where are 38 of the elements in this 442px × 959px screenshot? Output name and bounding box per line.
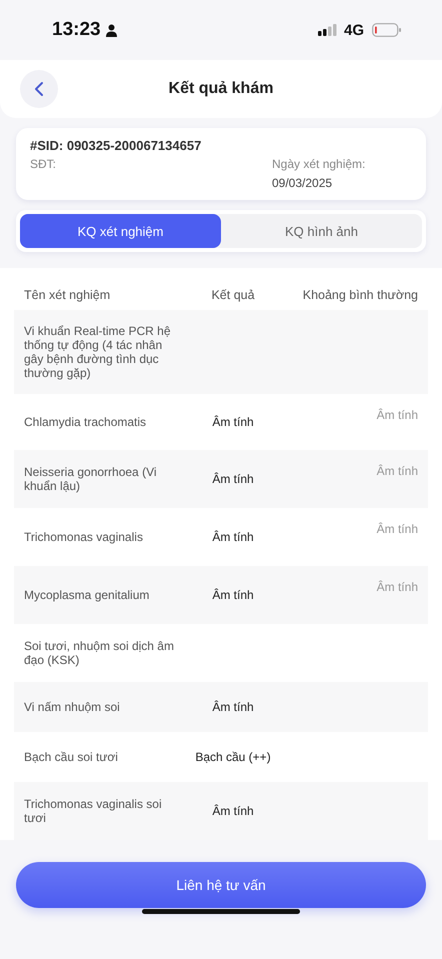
- battery-icon: [372, 23, 402, 37]
- tab[interactable]: KQ hình ảnh: [221, 214, 422, 248]
- contact-button[interactable]: Liên hệ tư vấn: [16, 862, 426, 908]
- normal-range: Âm tính: [376, 464, 418, 478]
- page-title: Kết quả khám: [168, 80, 274, 98]
- column-header: Tên xét nghiệm: [24, 288, 112, 302]
- test-name: Neisseria gonorrhoea (Vi khuẩn lậu): [24, 465, 158, 493]
- test-result: Âm tính: [211, 804, 255, 818]
- date-label: Ngày xét nghiệm:: [272, 157, 366, 171]
- column-header: Khoảng bình thường: [302, 288, 418, 302]
- test-date: 09/03/2025: [272, 176, 334, 190]
- test-name: Soi tươi, nhuộm soi dịch âm đạo (KSK): [24, 639, 174, 667]
- test-name: Vi nấm nhuộm soi: [24, 700, 121, 714]
- phone-label: SĐT:: [30, 157, 58, 171]
- back-button[interactable]: [20, 70, 58, 108]
- test-result: Âm tính: [211, 415, 255, 429]
- sample-id: #SID: 090325-200067134657: [30, 138, 202, 153]
- test-name: Bạch cầu soi tươi: [24, 750, 119, 764]
- test-name: Vi khuẩn Real-time PCR hệ thống tự động (4 tác nhân gây bệnh đường tình dục thường gặp): [24, 324, 172, 380]
- signal-icon: [318, 24, 338, 36]
- clock: 13:23: [52, 19, 101, 41]
- test-result: Bạch cầu (++): [194, 750, 272, 764]
- back-icon: [34, 81, 44, 97]
- tab[interactable]: KQ xét nghiệm: [20, 214, 221, 248]
- network-label: 4G: [344, 22, 364, 38]
- normal-range: Âm tính: [376, 580, 418, 594]
- person-icon: [104, 24, 118, 36]
- test-name: Chlamydia trachomatis: [24, 415, 148, 429]
- test-name: Mycoplasma genitalium: [24, 588, 150, 602]
- test-name: Trichomonas vaginalis soi tươi: [24, 797, 163, 825]
- normal-range: Âm tính: [376, 522, 418, 536]
- test-result: Âm tính: [211, 472, 255, 486]
- test-result: Âm tính: [211, 588, 255, 602]
- normal-range: Âm tính: [376, 408, 418, 422]
- column-header: Kết quả: [210, 288, 256, 302]
- test-name: Trichomonas vaginalis: [24, 530, 144, 544]
- test-result: Âm tính: [211, 530, 255, 544]
- test-result: Âm tính: [211, 700, 255, 714]
